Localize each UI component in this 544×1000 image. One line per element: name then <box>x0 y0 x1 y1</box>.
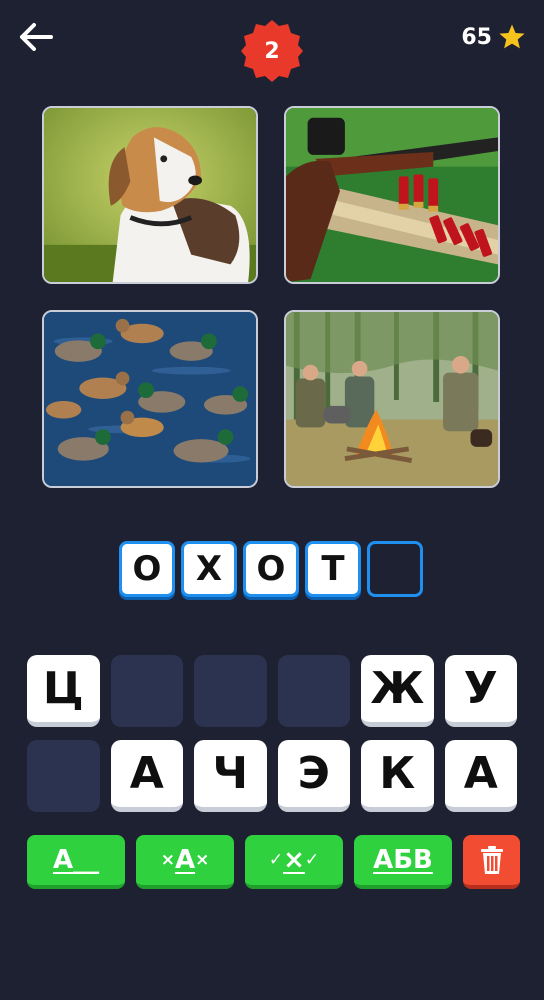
cross-icon: × <box>283 845 305 875</box>
cross-icon: × <box>195 850 210 870</box>
cross-icon: × <box>160 850 175 870</box>
coin-count: 65 <box>461 24 492 50</box>
letter-tile[interactable]: Ч <box>194 740 267 812</box>
letter-tile-used <box>194 655 267 727</box>
picture-hunters-campfire[interactable] <box>284 310 500 488</box>
shotgun-photo <box>286 108 498 282</box>
answer-slot[interactable]: Т <box>305 541 361 597</box>
letter-tile[interactable]: Ж <box>361 655 434 727</box>
level-badge: 2 <box>239 18 305 84</box>
letter-tile-used <box>110 655 183 727</box>
dog-photo <box>44 108 256 282</box>
campfire-photo <box>286 312 498 486</box>
letter-grid: Ц Ж У А Ч Э К А <box>27 655 517 825</box>
letter-tile-used <box>27 740 100 812</box>
letter-tile-used <box>277 655 350 727</box>
check-icon: ✓ <box>268 850 284 870</box>
picture-dog[interactable] <box>42 106 258 284</box>
hint-blanks: __ <box>73 845 100 875</box>
hint-show-word-button[interactable]: АБВ <box>354 835 452 889</box>
hint-letter: А <box>52 845 74 875</box>
trash-icon <box>480 846 503 874</box>
ducks-photo <box>44 312 256 486</box>
answer-slot[interactable]: О <box>119 541 175 597</box>
picture-ducks[interactable] <box>42 310 258 488</box>
letter-tile[interactable]: Ц <box>27 655 100 727</box>
star-icon <box>499 24 525 49</box>
hint-letter: А <box>174 845 196 875</box>
hint-bar: А __ × А × ✓ × ✓ АБВ <box>27 835 520 889</box>
hint-show-word-label: АБВ <box>373 845 433 875</box>
coin-counter: 65 <box>461 22 526 52</box>
letter-tile[interactable]: Э <box>277 740 350 812</box>
answer-row: О Х О Т <box>119 541 423 597</box>
letter-tile[interactable]: А <box>110 740 183 812</box>
letter-tile[interactable]: К <box>361 740 434 812</box>
letter-tile[interactable]: У <box>444 655 517 727</box>
delete-button[interactable] <box>463 835 520 889</box>
arrow-left-icon <box>20 23 53 51</box>
level-number: 2 <box>264 38 280 64</box>
hint-reveal-first-letter-button[interactable]: А __ <box>27 835 125 889</box>
answer-slot[interactable]: О <box>243 541 299 597</box>
letter-tile[interactable]: А <box>444 740 517 812</box>
back-button[interactable] <box>18 20 56 54</box>
check-icon: ✓ <box>304 850 320 870</box>
picture-shotgun[interactable] <box>284 106 500 284</box>
hint-check-letters-button[interactable]: ✓ × ✓ <box>245 835 343 889</box>
answer-slot-empty[interactable] <box>367 541 423 597</box>
hint-remove-letters-button[interactable]: × А × <box>136 835 234 889</box>
answer-slot[interactable]: Х <box>181 541 237 597</box>
